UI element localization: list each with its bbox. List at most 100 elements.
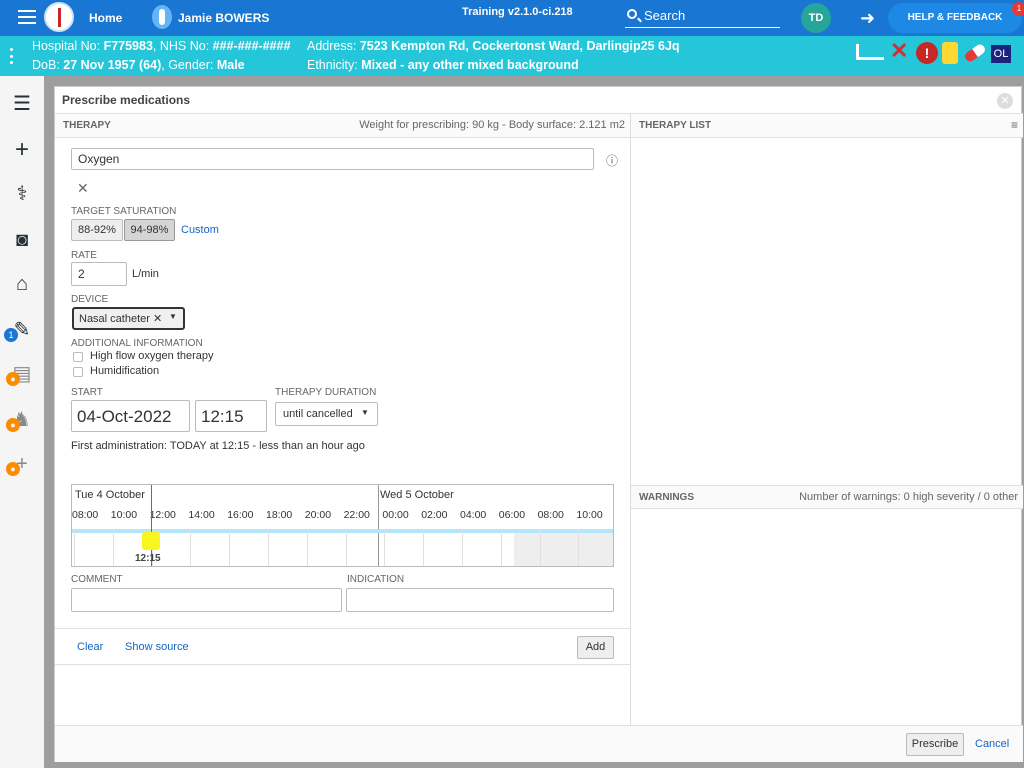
- timeline-hour-label: 08:00: [537, 509, 564, 521]
- therapy-list-heading: THERAPY LIST: [639, 120, 712, 131]
- timeline-gridline: [345, 529, 347, 566]
- therapy-list-panel: THERAPY LIST ≡ WARNINGS Number of warnin…: [631, 113, 1023, 725]
- banner-menu-icon[interactable]: [10, 48, 14, 64]
- alert-icon[interactable]: !: [916, 42, 938, 64]
- patient-address: Address: 7523 Kempton Rd, Cockertonst Wa…: [307, 39, 680, 53]
- sat-94-98-button[interactable]: 94-98%: [124, 219, 175, 241]
- cancel-link[interactable]: Cancel: [975, 738, 1009, 750]
- app-logo[interactable]: [44, 2, 74, 32]
- timeline-hour-label: 04:00: [460, 509, 487, 521]
- logout-icon[interactable]: ➜: [860, 8, 882, 28]
- timeline-hour-label: 02:00: [421, 509, 448, 521]
- high-flow-checkbox[interactable]: [73, 352, 83, 362]
- therapy-header: THERAPY Weight for prescribing: 90 kg - …: [55, 114, 630, 138]
- top-bar: Home Jamie BOWERS Training v2.1.0-ci.218…: [0, 0, 1024, 36]
- timeline-gridline: [384, 529, 386, 566]
- future-shade: [514, 533, 613, 566]
- clear-link[interactable]: Clear: [77, 641, 103, 653]
- add-icon[interactable]: +: [10, 138, 34, 162]
- day-divider: [378, 485, 379, 566]
- timeline-hour-label: 18:00: [266, 509, 293, 521]
- indication-input[interactable]: [346, 588, 614, 612]
- timeline-hour-label: 10:00: [576, 509, 603, 521]
- weight-info: Weight for prescribing: 90 kg - Body sur…: [359, 119, 625, 131]
- home-link[interactable]: Home: [89, 11, 122, 25]
- prescribe-button[interactable]: Prescribe: [906, 733, 964, 756]
- timeline-hour-label: 12:00: [149, 509, 176, 521]
- rate-input[interactable]: 2: [71, 262, 127, 286]
- chevron-down-icon: ▼: [169, 312, 177, 321]
- first-admin-text: First administration: TODAY at 12:15 - l…: [71, 440, 365, 452]
- timeline-gridline: [462, 529, 463, 566]
- duration-select[interactable]: until cancelled ▼: [275, 402, 378, 426]
- camera-icon[interactable]: ◙: [10, 228, 34, 252]
- timeline-gridline: [500, 529, 502, 566]
- dialog-footer: Prescribe Cancel: [55, 725, 1023, 762]
- comment-input[interactable]: [71, 588, 342, 612]
- user-avatar[interactable]: TD: [801, 3, 831, 33]
- warnings-heading: WARNINGS: [639, 492, 694, 503]
- start-label: START: [71, 387, 103, 398]
- search-icon: [627, 9, 637, 19]
- device-select[interactable]: Nasal catheter ✕ ▼: [72, 307, 185, 330]
- administration-timeline[interactable]: Tue 4 October Wed 5 October 08:00 10:00 12…: [71, 484, 614, 567]
- indication-label: INDICATION: [347, 574, 405, 585]
- therapy-heading: THERAPY: [63, 120, 111, 131]
- pill-icon[interactable]: [963, 42, 987, 64]
- humidification-checkbox[interactable]: [73, 367, 83, 377]
- add-button[interactable]: Add: [577, 636, 614, 659]
- remove-device-icon[interactable]: ✕: [153, 312, 162, 325]
- form-actions: Clear Show source Add: [55, 628, 631, 665]
- search-field[interactable]: Search: [625, 6, 780, 28]
- administration-marker[interactable]: [142, 532, 160, 550]
- patient-ethnicity: Ethnicity: Mixed - any other mixed backg…: [307, 58, 579, 72]
- medication-field[interactable]: Oxygen: [71, 148, 594, 170]
- patient-icon: [152, 5, 172, 29]
- custom-link[interactable]: Custom: [181, 224, 219, 236]
- home-icon[interactable]: ⌂: [10, 272, 34, 296]
- high-flow-label: High flow oxygen therapy: [90, 350, 214, 362]
- medication-bottle-icon[interactable]: [942, 42, 958, 64]
- humidification-label: Humidification: [90, 365, 160, 377]
- dob-gender: DoB: 27 Nov 1957 (64), Gender: Male: [32, 58, 245, 72]
- therapy-list-menu-icon[interactable]: ≡: [1011, 118, 1018, 132]
- help-feedback-button[interactable]: HELP & FEEDBACK: [888, 3, 1022, 33]
- menu-icon[interactable]: [18, 10, 36, 24]
- rate-label: RATE: [71, 250, 97, 261]
- cross-icon[interactable]: ✕: [890, 40, 908, 62]
- comment-label: COMMENT: [71, 574, 123, 585]
- patient-name[interactable]: Jamie BOWERS: [178, 11, 269, 25]
- start-date-input[interactable]: 04-Oct-2022: [71, 400, 190, 432]
- start-time-input[interactable]: 12:15: [195, 400, 267, 432]
- additional-info-label: ADDITIONAL INFORMATION: [71, 338, 203, 349]
- prescribe-dialog: Prescribe medications ✕ THERAPY Weight f…: [54, 86, 1023, 762]
- timeline-hour-label: 00:00: [382, 509, 409, 521]
- timeline-gridline: [539, 529, 541, 566]
- timeline-hour-label: 14:00: [188, 509, 215, 521]
- warnings-header: WARNINGS Number of warnings: 0 high seve…: [631, 485, 1023, 509]
- ol-badge[interactable]: OL: [991, 45, 1011, 63]
- show-source-link[interactable]: Show source: [125, 641, 189, 653]
- sat-88-92-button[interactable]: 88-92%: [71, 219, 123, 241]
- list-icon[interactable]: ☰: [10, 92, 34, 116]
- bed-icon[interactable]: [856, 44, 884, 60]
- target-saturation-label: TARGET SATURATION: [71, 206, 177, 217]
- info-icon[interactable]: ⓘ: [606, 152, 618, 169]
- help-badge: 1: [1012, 2, 1024, 16]
- timeline-gridline: [306, 529, 308, 566]
- timeline-gridline: [229, 529, 231, 566]
- clear-medication-icon[interactable]: ✕: [77, 180, 89, 197]
- stethoscope-icon[interactable]: ⚕: [10, 182, 34, 206]
- patient-banner: Hospital No: F775983, NHS No: ###-###-##…: [0, 36, 1024, 76]
- duration-value: until cancelled: [283, 408, 353, 420]
- edit-badge: 1: [4, 328, 18, 342]
- timeline-hour-label: 06:00: [498, 509, 526, 521]
- timeline-hour-label: 10:00: [110, 509, 138, 521]
- device-value: Nasal catheter: [79, 313, 150, 325]
- lock-icon: ●: [6, 418, 20, 432]
- timeline-day-2: Wed 5 October: [380, 489, 454, 501]
- timeline-gridline: [74, 529, 75, 566]
- therapy-list-header: THERAPY LIST ≡: [631, 114, 1023, 138]
- timeline-day-1: Tue 4 October: [75, 489, 145, 501]
- close-icon[interactable]: ✕: [997, 93, 1013, 109]
